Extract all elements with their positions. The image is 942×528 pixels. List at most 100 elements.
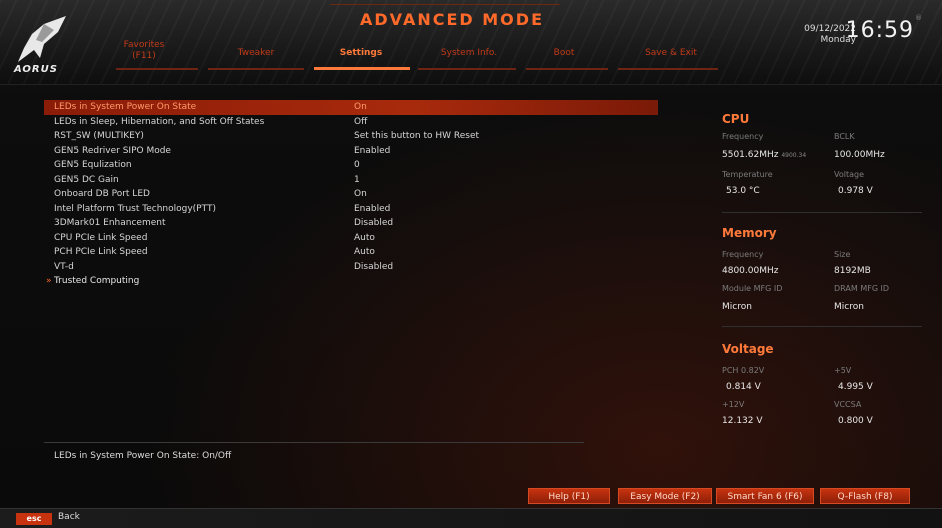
setting-row-leds-sleep[interactable]: LEDs in Sleep, Hibernation, and Soft Off…	[44, 115, 658, 130]
setting-label: Onboard DB Port LED	[54, 189, 150, 199]
smart-fan-button[interactable]: Smart Fan 6 (F6)	[716, 488, 814, 504]
voltage-title: Voltage	[722, 342, 774, 356]
setting-label: GEN5 DC Gain	[54, 174, 119, 185]
esc-key-badge[interactable]: esc	[16, 513, 52, 525]
setting-value: On	[354, 189, 367, 199]
tab-tweaker[interactable]: Tweaker	[216, 48, 296, 58]
cpu-voltage-value: 0.978 V	[838, 186, 873, 196]
tab-favorites[interactable]: Favorites (F11)	[114, 40, 174, 62]
setting-label: LEDs in Sleep, Hibernation, and Soft Off…	[54, 116, 265, 127]
help-divider	[44, 442, 584, 443]
brand-logo-text: AORUS	[14, 64, 58, 75]
help-description: LEDs in System Power On State: On/Off	[54, 451, 232, 461]
tab-underline-settings	[314, 67, 410, 70]
setting-row-onboard-db-led[interactable]: Onboard DB Port LED On	[44, 187, 658, 202]
module-mfg-value: Micron	[722, 302, 752, 312]
submenu-label: Trusted Computing	[54, 276, 140, 286]
settings-list: LEDs in System Power On State On LEDs in…	[44, 100, 658, 289]
easy-mode-button[interactable]: Easy Mode (F2)	[618, 488, 712, 504]
memory-frequency-label: Frequency	[722, 250, 764, 259]
setting-value: Enabled	[354, 203, 391, 214]
setting-row-vt-d[interactable]: VT-d Disabled	[44, 260, 658, 275]
cpu-frequency-sub: 4900.34	[781, 152, 807, 159]
setting-row-gen5-redriver[interactable]: GEN5 Redriver SIPO Mode Enabled	[44, 144, 658, 159]
cpu-frequency-main: 5501.62MHz	[722, 150, 779, 160]
submenu-arrow-icon: »	[46, 276, 52, 286]
setting-value: 1	[354, 174, 360, 185]
tab-boot[interactable]: Boot	[534, 48, 594, 58]
clock: 16:59	[845, 18, 914, 43]
setting-value: Auto	[354, 232, 375, 243]
header: AORUS ADVANCED MODE Favorites (F11) Twea…	[0, 0, 942, 85]
help-button[interactable]: Help (F1)	[528, 488, 610, 504]
pch-voltage-label: PCH 0.82V	[722, 366, 765, 375]
tab-favorites-key: (F11)	[132, 51, 156, 61]
vccsa-value: 0.800 V	[838, 416, 873, 426]
tab-underline-boot	[526, 68, 608, 70]
tab-save-exit[interactable]: Save & Exit	[626, 48, 716, 58]
tab-settings[interactable]: Settings	[316, 48, 406, 58]
cpu-temp-value: 53.0 °C	[726, 186, 760, 196]
cpu-temp-label: Temperature	[722, 170, 773, 179]
setting-row-leds-power-on[interactable]: LEDs in System Power On State On	[44, 100, 658, 115]
tab-underline-tweaker	[208, 68, 304, 70]
module-mfg-label: Module MFG ID	[722, 284, 783, 293]
setting-row-cpu-pcie-speed[interactable]: CPU PCIe Link Speed Auto	[44, 231, 658, 246]
setting-value: Auto	[354, 247, 375, 257]
cpu-title: CPU	[722, 112, 750, 126]
memory-size-value: 8192MB	[834, 266, 871, 276]
setting-label: PCH PCIe Link Speed	[54, 247, 148, 257]
setting-row-3dmark01[interactable]: 3DMark01 Enhancement Disabled	[44, 216, 658, 231]
setting-value: Enabled	[354, 145, 391, 156]
tab-system-info[interactable]: System Info.	[424, 48, 514, 58]
setting-value: Off	[354, 116, 368, 127]
main-tabs: Favorites (F11) Tweaker Settings System …	[96, 40, 736, 76]
p12v-label: +12V	[722, 400, 745, 409]
setting-value: On	[354, 102, 367, 112]
memory-frequency-value: 4800.00MHz	[722, 266, 779, 276]
setting-value: Set this button to HW Reset	[354, 131, 480, 141]
setting-label: GEN5 Equlization	[54, 160, 132, 170]
memory-title: Memory	[722, 226, 777, 240]
setting-row-gen5-equlization[interactable]: GEN5 Equlization 0	[44, 158, 658, 173]
dram-mfg-label: DRAM MFG ID	[834, 284, 890, 293]
panel-divider	[722, 212, 922, 213]
p5v-value: 4.995 V	[838, 382, 873, 392]
cpu-frequency-value: 5501.62MHz 4900.34	[722, 150, 806, 160]
p5v-label: +5V	[834, 366, 852, 375]
setting-row-intel-ptt[interactable]: Intel Platform Trust Technology(PTT) Ena…	[44, 202, 658, 217]
panel-divider	[722, 326, 922, 327]
cpu-voltage-label: Voltage	[834, 170, 865, 179]
pch-voltage-value: 0.814 V	[726, 382, 761, 392]
bios-screen: AORUS ADVANCED MODE Favorites (F11) Twea…	[0, 0, 942, 528]
tab-underline-favorites	[116, 68, 198, 70]
mode-title: ADVANCED MODE	[360, 10, 544, 29]
setting-label: Intel Platform Trust Technology(PTT)	[54, 203, 216, 214]
setting-row-pch-pcie-speed[interactable]: PCH PCIe Link Speed Auto	[44, 245, 658, 260]
setting-label: GEN5 Redriver SIPO Mode	[54, 145, 171, 156]
setting-label: 3DMark01 Enhancement	[54, 218, 166, 228]
setting-value: 0	[354, 160, 360, 170]
setting-value: Disabled	[354, 261, 394, 272]
submenu-trusted-computing[interactable]: » Trusted Computing	[44, 274, 658, 289]
back-label[interactable]: Back	[58, 512, 80, 522]
setting-label: RST_SW (MULTIKEY)	[54, 131, 144, 141]
setting-row-rst-sw[interactable]: RST_SW (MULTIKEY) Set this button to HW …	[44, 129, 658, 144]
setting-row-gen5-dc-gain[interactable]: GEN5 DC Gain 1	[44, 173, 658, 188]
tab-underline-system-info	[418, 68, 516, 70]
cpu-bclk-value: 100.00MHz	[834, 150, 885, 160]
tab-favorites-label: Favorites	[123, 40, 165, 50]
setting-label: VT-d	[54, 261, 74, 272]
cpu-bclk-label: BCLK	[834, 132, 855, 141]
cpu-frequency-label: Frequency	[722, 132, 764, 141]
q-flash-button[interactable]: Q-Flash (F8)	[820, 488, 910, 504]
memory-size-label: Size	[834, 250, 851, 259]
setting-value: Disabled	[354, 218, 394, 228]
setting-label: LEDs in System Power On State	[54, 102, 197, 112]
setting-label: CPU PCIe Link Speed	[54, 232, 148, 243]
registered-mark: ®	[915, 14, 922, 22]
dram-mfg-value: Micron	[834, 302, 864, 312]
tab-underline-save-exit	[618, 68, 718, 70]
status-bar	[0, 508, 942, 528]
aorus-eagle-icon	[18, 16, 66, 62]
